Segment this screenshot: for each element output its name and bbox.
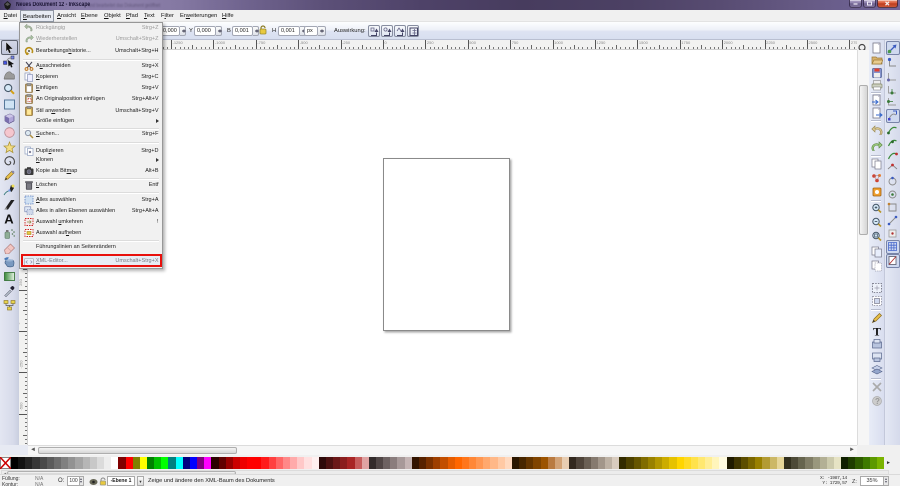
svg-text:A: A bbox=[4, 212, 14, 225]
svg-text:?: ? bbox=[875, 397, 880, 406]
svg-text:T: T bbox=[873, 325, 881, 337]
